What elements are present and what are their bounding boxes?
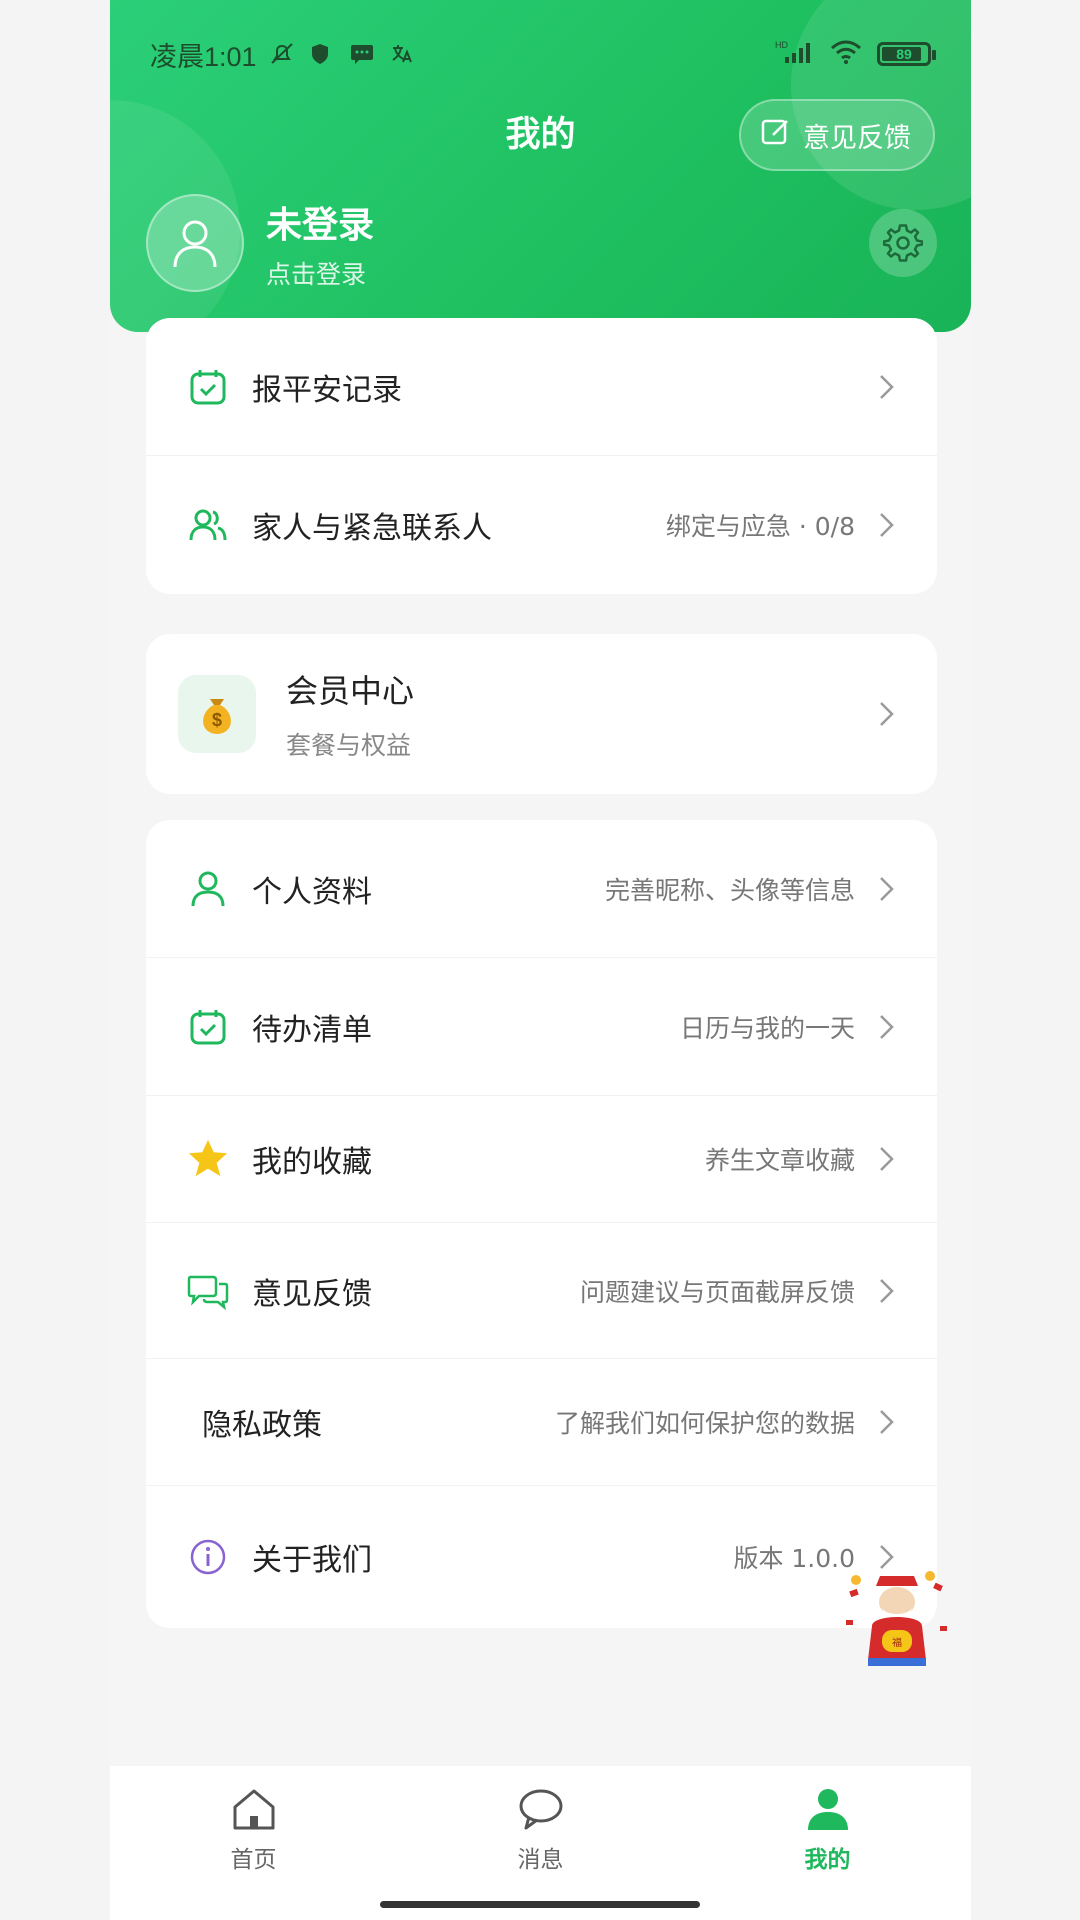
member-subtitle: 套餐与权益: [286, 731, 412, 760]
menu-row-emergency-contacts[interactable]: 家人与紧急联系人 绑定与应急 · 0/8: [146, 456, 937, 594]
menu-row-about[interactable]: 关于我们 版本 1.0.0: [146, 1486, 937, 1628]
battery-indicator: 89: [877, 42, 936, 66]
status-time: 凌晨1:01: [150, 41, 257, 72]
profile-header: 凌晨1:01 HD 89 我的 意见反馈 未登录 点击登录: [110, 0, 971, 332]
avatar[interactable]: [146, 194, 244, 292]
calendar-check-icon: [186, 365, 230, 409]
menu-row-privacy[interactable]: 隐私政策 了解我们如何保护您的数据: [146, 1359, 937, 1486]
status-right-icons: HD 89: [775, 39, 936, 69]
member-center-row[interactable]: $ 会员中心 套餐与权益: [146, 634, 937, 794]
menu-row-label: 报平安记录: [252, 372, 402, 408]
bottom-tab-bar: 首页 消息 我的: [110, 1766, 971, 1920]
svg-text:HD: HD: [775, 40, 788, 50]
feedback-button[interactable]: 意见反馈: [739, 99, 935, 171]
menu-row-detail: 了解我们如何保护您的数据: [554, 1409, 855, 1438]
chat-icon: [186, 1269, 230, 1313]
signal-icon: HD: [775, 39, 815, 69]
home-icon: [233, 1789, 274, 1830]
menu-row-feedback[interactable]: 意见反馈 问题建议与页面截屏反馈: [146, 1223, 937, 1359]
user-name[interactable]: 未登录: [266, 196, 374, 248]
sms-icon: [349, 42, 375, 66]
chevron-right-icon: [880, 1278, 894, 1303]
info-icon: [186, 1535, 230, 1579]
safety-card: 报平安记录 家人与紧急联系人 绑定与应急 · 0/8: [146, 318, 937, 594]
translate-icon: [389, 42, 415, 66]
menu-row-label: 家人与紧急联系人: [252, 511, 492, 546]
edit-icon: [759, 115, 793, 156]
chevron-right-icon: [880, 513, 894, 537]
status-bar: 凌晨1:01 HD 89: [150, 34, 936, 74]
mute-bell-icon: [269, 42, 295, 66]
tab-label: 我的: [804, 1847, 851, 1873]
menu-row-label: 关于我们: [252, 1543, 372, 1578]
menu-row-label: 隐私政策: [202, 1408, 322, 1443]
chevron-right-icon: [880, 374, 894, 399]
chevron-right-icon: [880, 1147, 894, 1171]
menu-row-todo[interactable]: 待办清单 日历与我的一天: [146, 958, 937, 1096]
member-card[interactable]: $ 会员中心 套餐与权益: [146, 634, 937, 794]
user-icon: [186, 867, 230, 911]
svg-text:福: 福: [892, 1636, 902, 1649]
tab-home[interactable]: 首页: [110, 1766, 397, 1920]
money-bag-icon: $: [178, 675, 256, 753]
menu-row-detail: 完善昵称、头像等信息: [604, 875, 855, 905]
avatar-user-icon: [173, 220, 217, 268]
calendar-check-icon: [186, 1005, 230, 1049]
menu-row-safety-records[interactable]: 报平安记录: [146, 318, 937, 456]
chevron-right-icon: [880, 702, 894, 726]
settings-card: 个人资料 完善昵称、头像等信息 待办清单 日历与我的一天 我的收藏 养生文章收藏…: [146, 820, 937, 1628]
chevron-right-icon: [880, 1014, 894, 1039]
menu-row-profile[interactable]: 个人资料 完善昵称、头像等信息: [146, 820, 937, 958]
wifi-icon: [829, 39, 863, 69]
notification-icons: [269, 42, 415, 66]
my-page-screen: 凌晨1:01 HD 89 我的 意见反馈 未登录 点击登录 报平安记录 家人与紧…: [110, 0, 971, 1920]
feedback-button-label: 意见反馈: [803, 122, 911, 154]
star-icon: [186, 1137, 230, 1181]
menu-row-favorites[interactable]: 我的收藏 养生文章收藏: [146, 1096, 937, 1223]
member-title: 会员中心: [286, 672, 415, 710]
menu-row-label: 个人资料: [252, 874, 372, 910]
menu-row-label: 我的收藏: [252, 1145, 372, 1180]
battery-text: 89: [896, 46, 912, 62]
fortune-mascot-icon[interactable]: 福: [842, 1568, 952, 1668]
menu-row-label: 待办清单: [252, 1012, 372, 1048]
gear-icon: [883, 224, 923, 262]
users-icon: [186, 503, 230, 547]
svg-text:$: $: [212, 710, 222, 730]
tab-label: 消息: [517, 1847, 564, 1873]
login-prompt[interactable]: 点击登录: [266, 255, 366, 291]
menu-row-detail: 版本 1.0.0: [733, 1544, 855, 1573]
profile-icon: [807, 1789, 848, 1830]
home-indicator[interactable]: [380, 1901, 700, 1908]
shield-icon: [309, 42, 335, 66]
menu-row-detail: 问题建议与页面截屏反馈: [579, 1277, 855, 1307]
settings-button[interactable]: [869, 209, 937, 277]
menu-row-label: 意见反馈: [252, 1276, 372, 1312]
tab-profile[interactable]: 我的: [684, 1766, 971, 1920]
member-text: 会员中心 套餐与权益: [286, 666, 414, 762]
message-icon: [519, 1789, 562, 1830]
tab-label: 首页: [230, 1847, 277, 1873]
chevron-right-icon: [880, 1410, 894, 1434]
chevron-right-icon: [880, 876, 894, 901]
menu-row-detail: 日历与我的一天: [679, 1013, 855, 1043]
menu-row-detail: 绑定与应急 · 0/8: [665, 512, 855, 541]
tab-messages[interactable]: 消息: [397, 1766, 684, 1920]
menu-row-detail: 养生文章收藏: [704, 1146, 855, 1175]
